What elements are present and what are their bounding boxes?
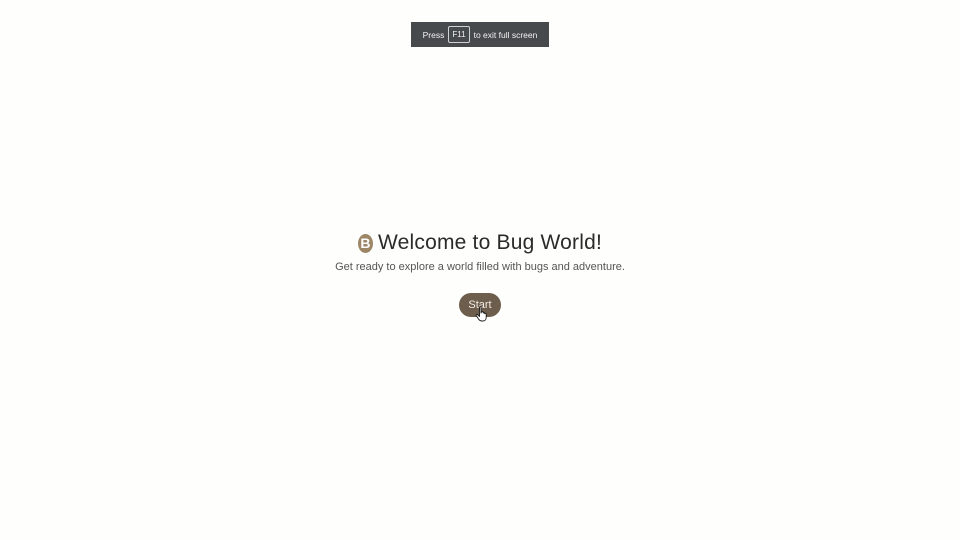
fullscreen-notice-suffix: to exit full screen xyxy=(473,29,538,40)
page: Press F11 to exit full screen B Welcome … xyxy=(0,0,960,540)
page-title: Welcome to Bug World! xyxy=(377,231,602,254)
title-row: B Welcome to Bug World! xyxy=(0,229,960,257)
page-subtitle: Get ready to explore a world filled with… xyxy=(335,261,625,273)
bug-world-logo-icon: B xyxy=(357,233,373,253)
welcome-section: B Welcome to Bug World! Get ready to exp… xyxy=(0,229,960,273)
fullscreen-notice-prefix: Press xyxy=(422,29,445,40)
f11-key-badge: F11 xyxy=(448,26,470,43)
fullscreen-notice: Press F11 to exit full screen xyxy=(411,22,549,47)
hand-cursor-icon xyxy=(475,306,487,322)
